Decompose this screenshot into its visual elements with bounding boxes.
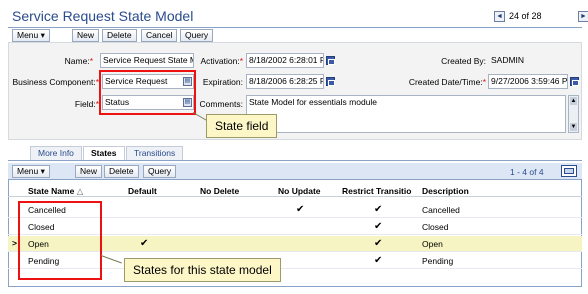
field-label: Field:*: [74, 99, 99, 109]
comments-label: Comments:: [199, 99, 243, 109]
list-new-button[interactable]: New: [75, 165, 103, 178]
name-label: Name:*: [64, 56, 93, 66]
column-state-name[interactable]: State Name △: [28, 186, 83, 197]
previous-record-button[interactable]: ◄: [494, 11, 505, 22]
comments-field[interactable]: State Model for essentials module: [246, 95, 566, 133]
states-highlight: [18, 201, 102, 280]
state-field-callout: State field: [206, 114, 278, 138]
restrict-check-icon: ✔: [374, 238, 383, 249]
list-query-button[interactable]: Query: [143, 165, 177, 178]
column-no-delete[interactable]: No Delete: [200, 186, 239, 196]
scroll-up-icon[interactable]: ▲: [570, 97, 577, 105]
expiration-field[interactable]: 8/18/2006 6:28:25 P: [246, 74, 324, 89]
description-cell: Closed: [422, 222, 449, 232]
query-button[interactable]: Query: [180, 29, 214, 42]
tab-baseline: [8, 160, 582, 161]
list-delete-button[interactable]: Delete: [104, 165, 139, 178]
created-datetime-field[interactable]: 9/27/2006 3:59:46 P: [488, 74, 568, 89]
description-cell: Cancelled: [422, 205, 460, 215]
record-count: 24 of 28: [509, 11, 542, 21]
description-cell: Open: [422, 239, 443, 249]
created-by-value: SADMIN: [488, 53, 578, 68]
column-default[interactable]: Default: [128, 186, 157, 196]
restrict-check-icon: ✔: [374, 221, 383, 232]
scroll-down-icon[interactable]: ▼: [570, 123, 577, 131]
list-menu-button[interactable]: Menu ▾: [12, 165, 50, 178]
created-by-label: Created By:: [441, 56, 486, 66]
expiration-label: Expiration:: [202, 77, 243, 87]
default-check-icon: ✔: [140, 238, 149, 249]
column-no-update[interactable]: No Update: [278, 186, 321, 196]
grid-icon: [564, 168, 574, 174]
description-cell: Pending: [422, 256, 454, 266]
list-settings-button[interactable]: [561, 165, 577, 177]
cancel-button[interactable]: Cancel: [141, 29, 178, 42]
restrict-check-icon: ✔: [374, 255, 383, 266]
restrict-check-icon: ✔: [374, 204, 383, 215]
tab-transitions[interactable]: Transitions: [126, 146, 184, 160]
list-header: State Name △ Default No Delete No Update…: [8, 183, 582, 197]
created-datetime-label: Created Date/Time:*: [408, 77, 486, 87]
sort-icon[interactable]: △: [77, 186, 84, 196]
states-callout: States for this state model: [124, 258, 281, 282]
business-component-label: Business Component:*: [12, 77, 99, 87]
page-title: Service Request State Model: [12, 8, 194, 24]
menu-button[interactable]: Menu ▾: [12, 29, 50, 42]
no-update-check-icon: ✔: [296, 204, 305, 215]
column-restrict-transition[interactable]: Restrict Transitio: [342, 186, 411, 196]
next-record-button[interactable]: ►: [578, 11, 588, 22]
list-record-range: 1 - 4 of 4: [510, 167, 544, 177]
activation-field[interactable]: 8/18/2002 6:28:01 P: [246, 53, 324, 68]
applet-header: Service Request State Model ◄ 24 of 28 ►: [8, 6, 588, 28]
new-button[interactable]: New: [72, 29, 100, 42]
name-field[interactable]: Service Request State M: [100, 53, 194, 68]
delete-button[interactable]: Delete: [102, 29, 137, 42]
column-description[interactable]: Description: [422, 186, 469, 196]
tab-more-info[interactable]: More Info: [30, 146, 82, 160]
selected-row-marker: >: [12, 238, 17, 248]
calendar-icon[interactable]: [326, 56, 335, 65]
list-toolbar: Menu ▾ New Delete Query 1 - 4 of 4: [8, 163, 582, 180]
comments-scrollbar[interactable]: ▲ ▼: [568, 95, 579, 133]
calendar-icon[interactable]: [326, 77, 335, 86]
state-field-highlight: [99, 70, 196, 115]
tab-states[interactable]: States: [83, 146, 125, 160]
activation-label: Activation:*: [200, 56, 243, 66]
calendar-icon[interactable]: [570, 77, 579, 86]
